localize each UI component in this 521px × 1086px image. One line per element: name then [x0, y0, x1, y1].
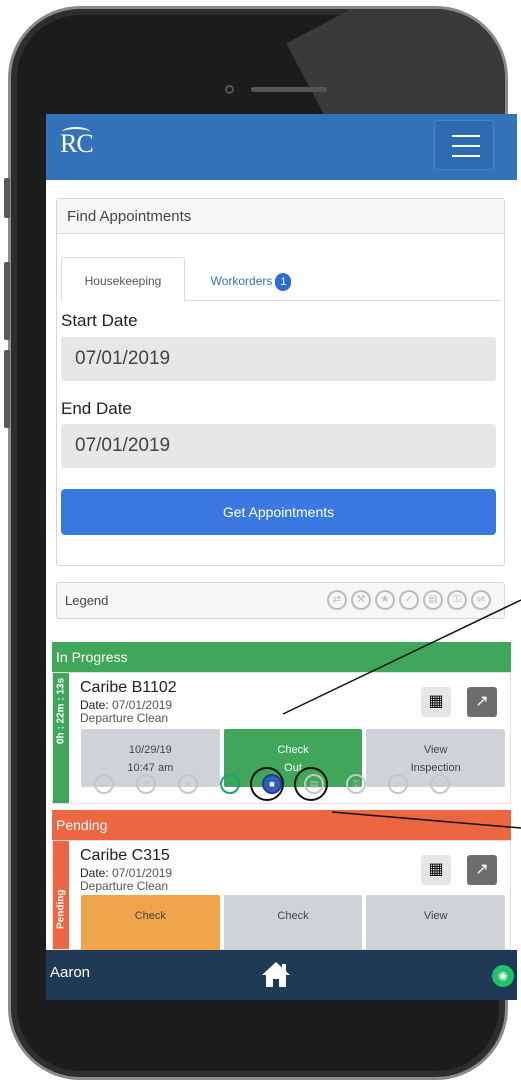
- map-button[interactable]: ▦: [421, 855, 451, 885]
- appointment-tabs: Housekeeping Workorders 1: [61, 257, 501, 302]
- open-external-button[interactable]: ↗: [467, 687, 497, 717]
- wifi-status-icon: ◉: [492, 965, 514, 987]
- get-appointments-button[interactable]: Get Appointments: [61, 489, 496, 535]
- check-button[interactable]: Check: [223, 895, 363, 953]
- date-value: 07/01/2019: [112, 866, 173, 880]
- front-camera: [225, 85, 234, 94]
- tab-label: Workorders: [210, 274, 273, 288]
- panel-title: Find Appointments: [57, 199, 504, 234]
- clean-type: Departure Clean: [80, 711, 169, 725]
- external-link-icon: ↗: [475, 693, 489, 710]
- end-date-label: End Date: [61, 399, 132, 418]
- start-date-label: Start Date: [61, 311, 138, 330]
- check-in-button[interactable]: Check: [81, 895, 220, 953]
- pending-strip-label: Pending: [55, 889, 67, 929]
- date-value: 07/01/2019: [112, 698, 173, 712]
- appointment-date: Date: 07/01/2019: [80, 866, 172, 880]
- action-line: Check: [277, 744, 309, 756]
- volume-up-button: [4, 262, 10, 340]
- top-navbar: RC: [46, 114, 517, 180]
- transfer-icon[interactable]: ⇄: [94, 774, 114, 794]
- open-external-button[interactable]: ↗: [467, 855, 497, 885]
- menu-icon-bar: [452, 145, 480, 147]
- tab-workorders[interactable]: Workorders 1: [191, 257, 311, 302]
- user-name[interactable]: Aaron: [50, 964, 90, 981]
- volume-down-button: [4, 350, 10, 428]
- menu-icon-bar: [452, 155, 480, 157]
- pending-header: Pending: [52, 810, 511, 840]
- action-line: View: [423, 744, 448, 756]
- transfer-alt-icon[interactable]: ⇌: [388, 774, 408, 794]
- legend-icons: ⇄ ⚒ ★ ✓ ▤ ⚿ ⇌: [327, 590, 491, 610]
- earpiece-speaker: [251, 87, 327, 92]
- elapsed-timer: 0h : 22m : 13s: [55, 677, 67, 744]
- lock-icon: ⚿: [447, 590, 467, 610]
- start-date-input[interactable]: 07/01/2019: [61, 337, 496, 381]
- tab-housekeeping[interactable]: Housekeeping: [61, 257, 185, 302]
- transfer-alt-icon: ⇌: [471, 590, 491, 610]
- external-link-icon: ↗: [475, 861, 489, 878]
- menu-icon-bar: [452, 135, 480, 137]
- elapsed-timer-strip: 0h : 22m : 13s: [53, 673, 69, 803]
- action-line: View: [423, 910, 448, 922]
- map-button[interactable]: ▦: [421, 687, 451, 717]
- in-progress-header: In Progress: [52, 642, 511, 672]
- date-label: Date:: [80, 698, 109, 712]
- tool-icon[interactable]: ⚒: [136, 774, 156, 794]
- view-button[interactable]: View: [366, 895, 506, 953]
- action-line: Check: [134, 910, 166, 922]
- check-icon[interactable]: ✓: [220, 774, 240, 794]
- map-icon: ▦: [428, 861, 444, 878]
- find-appointments-panel: Find Appointments Housekeeping Workorder…: [56, 198, 505, 566]
- legend-bar[interactable]: Legend ⇄ ⚒ ★ ✓ ▤ ⚿ ⇌: [56, 582, 505, 619]
- lock-icon[interactable]: ⚿: [346, 774, 366, 794]
- home-icon[interactable]: [260, 960, 292, 988]
- tool-icon: ⚒: [351, 590, 371, 610]
- highlight-ring-document: [294, 767, 328, 801]
- date-label: Date:: [80, 866, 109, 880]
- action-line: 10/29/19: [128, 744, 172, 756]
- appointment-card-pending[interactable]: Pending Caribe C315 Date: 07/01/2019 Dep…: [52, 840, 511, 953]
- mute-switch: [4, 178, 10, 218]
- app-screen: RC Find Appointments Housekeeping Workor…: [46, 114, 517, 1000]
- document-icon: ▤: [423, 590, 443, 610]
- check-icon: ✓: [399, 590, 419, 610]
- star-icon[interactable]: ★: [178, 774, 198, 794]
- clean-type: Departure Clean: [80, 879, 169, 893]
- transfer-icon: ⇄: [327, 590, 347, 610]
- action-line: Check: [277, 910, 309, 922]
- legend-label: Legend: [65, 593, 109, 608]
- unit-name: Caribe C315: [80, 847, 170, 864]
- unit-name: Caribe B1102: [80, 679, 177, 696]
- workorders-count-badge: 1: [275, 273, 292, 291]
- ha-icon[interactable]: HA: [430, 774, 450, 794]
- pending-strip: Pending: [53, 841, 69, 949]
- appointment-date: Date: 07/01/2019: [80, 698, 172, 712]
- end-date-input[interactable]: 07/01/2019: [61, 424, 496, 468]
- highlight-ring-inspection: [250, 767, 284, 801]
- tab-label: Housekeeping: [84, 274, 162, 288]
- map-icon: ▦: [428, 693, 444, 710]
- action-row: Check Check View: [81, 895, 506, 953]
- bottom-bar: Aaron ◉: [46, 950, 517, 1000]
- app-logo[interactable]: RC: [60, 129, 94, 159]
- hamburger-menu-button[interactable]: [434, 120, 494, 170]
- star-icon: ★: [375, 590, 395, 610]
